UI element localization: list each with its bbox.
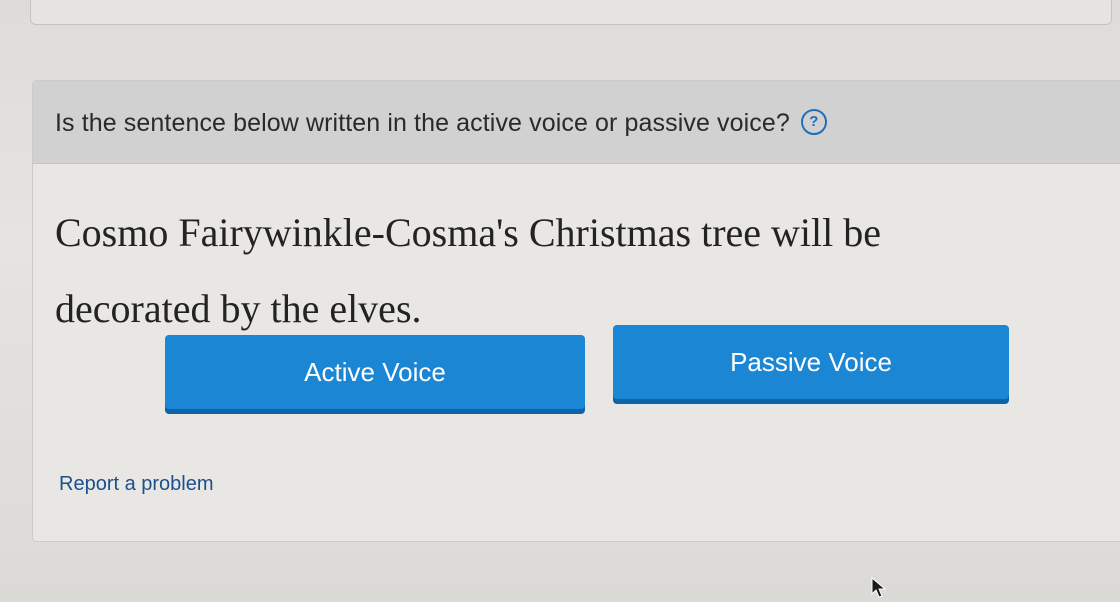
- report-problem-link[interactable]: Report a problem: [59, 473, 214, 496]
- active-voice-label: Active Voice: [304, 357, 446, 387]
- question-circle-icon[interactable]: ?: [800, 109, 827, 136]
- sentence-line-1: Cosmo Fairywinkle-Cosma's Christmas tree…: [55, 210, 882, 255]
- question-card: Is the sentence below written in the act…: [32, 80, 1120, 542]
- question-header: Is the sentence below written in the act…: [33, 81, 1120, 164]
- screen: Is the sentence below written in the act…: [0, 0, 1120, 602]
- question-prompt: Is the sentence below written in the act…: [55, 109, 790, 137]
- sentence-line-2: decorated by the elves.: [55, 286, 422, 331]
- question-prompt-row: Is the sentence below written in the act…: [55, 109, 827, 138]
- mouse-pointer-icon: [871, 576, 887, 598]
- passive-voice-label: Passive Voice: [730, 347, 892, 377]
- passive-voice-button[interactable]: Passive Voice: [613, 325, 1009, 399]
- previous-panel-edge: [30, 0, 1112, 25]
- active-voice-button[interactable]: Active Voice: [165, 335, 585, 409]
